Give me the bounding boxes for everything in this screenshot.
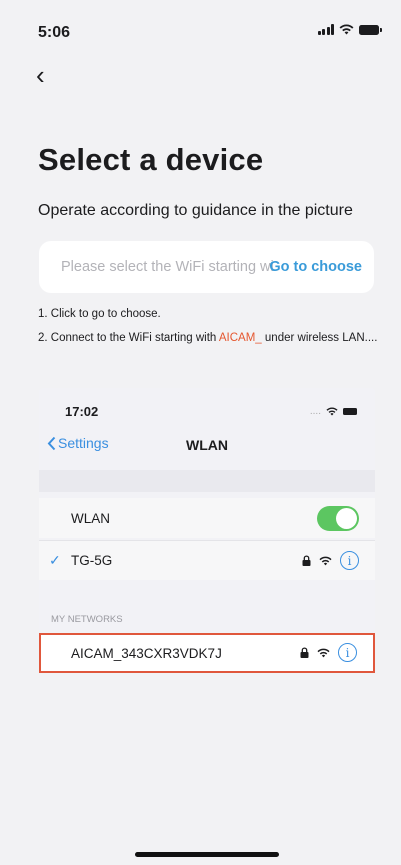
guide-status-icons: .... bbox=[310, 406, 357, 417]
step-1: 1. Click to go to choose. bbox=[38, 308, 161, 320]
home-indicator bbox=[135, 852, 279, 857]
guide-wlan-toggle bbox=[317, 506, 359, 531]
guide-aicam-row-highlighted: AICAM_343CXR3VDK7J i bbox=[39, 633, 375, 673]
battery-icon bbox=[359, 24, 382, 35]
lock-icon bbox=[300, 647, 309, 658]
guide-wifi-icon bbox=[326, 407, 338, 416]
wifi-icon bbox=[319, 556, 332, 565]
wifi-choose-card[interactable]: Please select the WiFi starting with AIC… bbox=[39, 241, 374, 293]
cellular-signal-icon bbox=[317, 24, 334, 35]
wifi-icon bbox=[317, 648, 330, 657]
info-icon: i bbox=[340, 551, 359, 570]
guide-battery-icon bbox=[343, 408, 357, 415]
guide-wlan-row: WLAN bbox=[39, 498, 375, 538]
info-icon: i bbox=[338, 643, 357, 662]
instruction-steps: 1. Click to go to choose. 2. Connect to … bbox=[38, 305, 378, 353]
aicam-prefix-highlight: AICAM_ bbox=[218, 332, 262, 344]
wifi-select-placeholder: Please select the WiFi starting with AIC… bbox=[61, 259, 273, 275]
guide-signal-dots: .... bbox=[309, 406, 321, 417]
page-subtitle: Operate according to guidance in the pic… bbox=[38, 202, 353, 219]
checkmark-icon: ✓ bbox=[49, 552, 61, 568]
guide-row-icons: i bbox=[302, 551, 359, 570]
lock-icon bbox=[302, 555, 311, 566]
step-2: 2. Connect to the WiFi starting with AIC… bbox=[38, 332, 378, 344]
back-button[interactable]: ‹ bbox=[36, 62, 60, 92]
guide-row-icons: i bbox=[300, 643, 357, 662]
guide-nav-title: WLAN bbox=[186, 437, 228, 453]
status-time: 5:06 bbox=[38, 24, 71, 41]
status-icons bbox=[317, 24, 382, 35]
guide-group-gap bbox=[39, 470, 375, 492]
go-to-choose-link[interactable]: Go to choose bbox=[269, 259, 362, 275]
guide-screenshot: 17:02 .... Settings WLAN WLAN ✓ TG-5G i bbox=[39, 388, 375, 673]
guide-connected-row: ✓ TG-5G i bbox=[39, 540, 375, 580]
wifi-icon bbox=[339, 24, 354, 35]
status-bar: 5:06 bbox=[0, 0, 401, 60]
guide-section-label: MY NETWORKS bbox=[51, 614, 123, 625]
page-title: Select a device bbox=[38, 142, 264, 177]
guide-status-time: 17:02 bbox=[65, 404, 99, 419]
chevron-left-icon: ‹ bbox=[36, 60, 45, 90]
